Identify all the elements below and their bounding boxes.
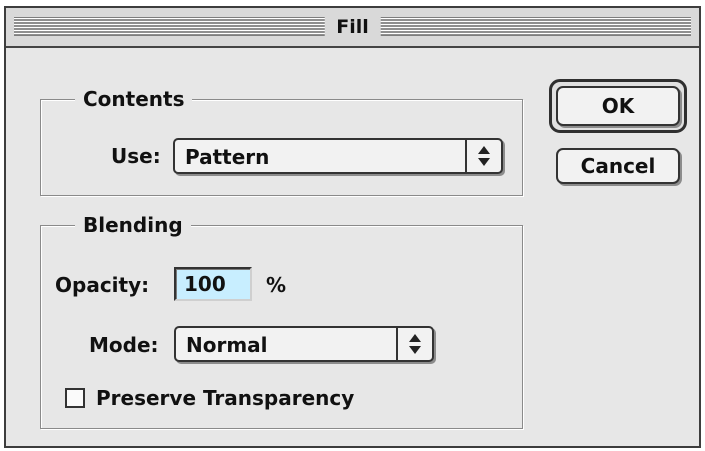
mode-popup-value: Normal <box>186 333 268 357</box>
ok-button[interactable]: OK <box>556 86 680 126</box>
contents-group: Contents Use: Pattern <box>40 86 523 196</box>
opacity-label: Opacity: <box>55 273 150 297</box>
mode-popup-menu[interactable]: Normal <box>174 326 434 362</box>
fill-dialog: Fill Contents Use: Pattern Blending Opac… <box>4 6 701 448</box>
window-title: Fill <box>324 15 381 39</box>
mode-label: Mode: <box>89 333 159 357</box>
use-label: Use: <box>111 144 161 168</box>
opacity-unit: % <box>266 273 287 297</box>
blending-legend: Blending <box>75 212 191 238</box>
preserve-transparency-checkbox[interactable] <box>65 388 85 408</box>
blending-group: Blending Opacity: % Mode: Normal Preserv… <box>40 212 523 429</box>
up-down-arrows-icon <box>478 146 490 166</box>
up-down-arrows-icon <box>409 334 421 354</box>
use-popup-value: Pattern <box>185 145 270 169</box>
use-popup-menu[interactable]: Pattern <box>173 138 503 174</box>
preserve-transparency-label[interactable]: Preserve Transparency <box>96 385 354 411</box>
opacity-input[interactable] <box>174 267 252 301</box>
title-bar[interactable]: Fill <box>6 8 699 48</box>
contents-legend: Contents <box>75 86 193 112</box>
cancel-button[interactable]: Cancel <box>556 148 680 184</box>
